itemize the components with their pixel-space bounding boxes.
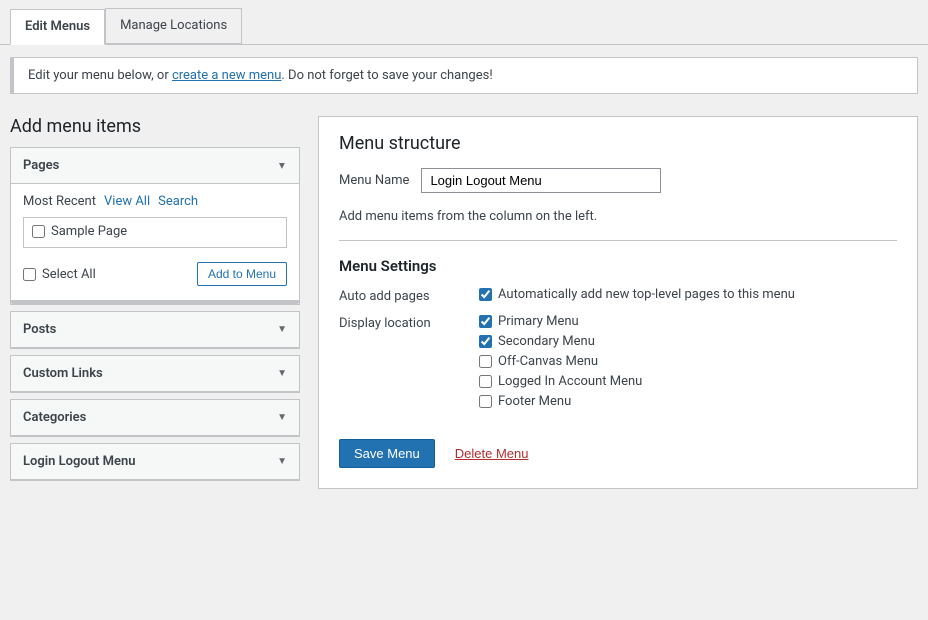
footer-menu-checkbox[interactable] <box>479 395 492 408</box>
accordion-pages-label: Pages <box>23 158 59 173</box>
sample-page-label: Sample Page <box>51 224 127 239</box>
list-item: Logged In Account Menu <box>479 374 642 389</box>
settings-display-location-label: Display location <box>339 314 479 331</box>
accordion-pages-arrow: ▲ <box>277 160 287 171</box>
tab-manage-locations[interactable]: Manage Locations <box>105 8 242 44</box>
footer-menu-label: Footer Menu <box>498 394 571 409</box>
accordion-custom-links-arrow: ▼ <box>277 368 287 379</box>
resize-handle[interactable] <box>11 300 299 304</box>
list-item: Off-Canvas Menu <box>479 354 642 369</box>
settings-display-location-values: Primary Menu Secondary Menu Off-Canvas M… <box>479 314 642 409</box>
accordion-categories-header[interactable]: Categories ▼ <box>11 400 299 436</box>
sub-tab-view-all[interactable]: View All <box>104 194 150 209</box>
auto-add-pages-label: Automatically add new top-level pages to… <box>498 287 795 302</box>
pages-sub-tabs: Most Recent View All Search <box>23 194 287 209</box>
add-items-text: Add menu items from the column on the le… <box>339 209 897 241</box>
menu-name-input[interactable] <box>421 168 661 193</box>
accordion-login-logout-arrow: ▼ <box>277 456 287 467</box>
primary-menu-label: Primary Menu <box>498 314 579 329</box>
left-panel: Add menu items Pages ▲ Most Recent View … <box>10 116 300 489</box>
main-layout: Add menu items Pages ▲ Most Recent View … <box>0 106 928 489</box>
pages-footer: Select All Add to Menu <box>23 256 287 286</box>
add-to-menu-button[interactable]: Add to Menu <box>197 262 287 286</box>
auto-add-pages-checkbox[interactable] <box>479 288 492 301</box>
select-all-row: Select All <box>23 267 96 282</box>
select-all-checkbox[interactable] <box>23 268 36 281</box>
notice-prefix: Edit your menu below, or <box>28 68 172 83</box>
menu-name-row: Menu Name <box>339 168 897 193</box>
logged-in-account-menu-label: Logged In Account Menu <box>498 374 642 389</box>
accordion-posts-arrow: ▼ <box>277 324 287 335</box>
list-item: Secondary Menu <box>479 334 642 349</box>
accordion-custom-links-header[interactable]: Custom Links ▼ <box>11 356 299 392</box>
right-panel-title: Menu structure <box>339 133 897 154</box>
accordion-login-logout: Login Logout Menu ▼ <box>10 443 300 481</box>
accordion-pages: Pages ▲ Most Recent View All Search Samp… <box>10 147 300 305</box>
accordion-posts: Posts ▼ <box>10 311 300 349</box>
list-item: Sample Page <box>32 224 278 239</box>
tabs-bar: Edit Menus Manage Locations <box>0 0 928 45</box>
accordion-categories-label: Categories <box>23 410 86 425</box>
action-row: Save Menu Delete Menu <box>339 429 897 468</box>
right-panel: Menu structure Menu Name Add menu items … <box>318 116 918 489</box>
accordion-posts-label: Posts <box>23 322 56 337</box>
secondary-menu-checkbox[interactable] <box>479 335 492 348</box>
menu-settings-title: Menu Settings <box>339 257 897 275</box>
notice-bar: Edit your menu below, or create a new me… <box>10 57 918 94</box>
settings-auto-add-label: Auto add pages <box>339 287 479 304</box>
sub-tab-most-recent[interactable]: Most Recent <box>23 194 96 209</box>
primary-menu-checkbox[interactable] <box>479 315 492 328</box>
save-menu-button[interactable]: Save Menu <box>339 439 435 468</box>
accordion-categories-arrow: ▼ <box>277 412 287 423</box>
select-all-label: Select All <box>42 267 96 282</box>
accordion-custom-links-label: Custom Links <box>23 366 103 381</box>
menu-name-label: Menu Name <box>339 173 409 188</box>
accordion-custom-links: Custom Links ▼ <box>10 355 300 393</box>
delete-menu-button[interactable]: Delete Menu <box>455 446 529 461</box>
left-panel-title: Add menu items <box>10 116 300 137</box>
off-canvas-menu-label: Off-Canvas Menu <box>498 354 598 369</box>
settings-auto-add-values: Automatically add new top-level pages to… <box>479 287 795 302</box>
secondary-menu-label: Secondary Menu <box>498 334 595 349</box>
pages-checkbox-list: Sample Page <box>23 217 287 248</box>
tab-edit-menus[interactable]: Edit Menus <box>10 9 105 45</box>
accordion-pages-header[interactable]: Pages ▲ <box>11 148 299 184</box>
list-item: Primary Menu <box>479 314 642 329</box>
logged-in-account-menu-checkbox[interactable] <box>479 375 492 388</box>
accordion-pages-body: Most Recent View All Search Sample Page … <box>11 184 299 296</box>
sample-page-checkbox[interactable] <box>32 225 45 238</box>
settings-row-auto-add: Auto add pages Automatically add new top… <box>339 287 897 304</box>
accordion-posts-header[interactable]: Posts ▼ <box>11 312 299 348</box>
accordion-login-logout-header[interactable]: Login Logout Menu ▼ <box>11 444 299 480</box>
off-canvas-menu-checkbox[interactable] <box>479 355 492 368</box>
sub-tab-search[interactable]: Search <box>158 194 198 209</box>
accordion-login-logout-label: Login Logout Menu <box>23 454 136 469</box>
accordion-categories: Categories ▼ <box>10 399 300 437</box>
settings-row-display-location: Display location Primary Menu Secondary … <box>339 314 897 409</box>
create-new-menu-link[interactable]: create a new menu <box>172 68 281 83</box>
notice-suffix: . Do not forget to save your changes! <box>281 68 492 83</box>
list-item: Footer Menu <box>479 394 642 409</box>
list-item: Automatically add new top-level pages to… <box>479 287 795 302</box>
